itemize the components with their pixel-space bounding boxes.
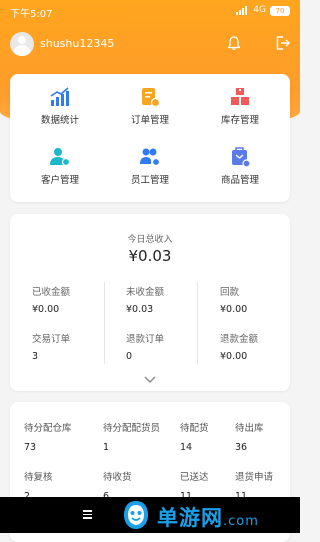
signal-icon bbox=[236, 6, 248, 15]
function-menu-card: 数据统计 订单管理 库存管理 客户管理 员工管理 商品管理 bbox=[10, 74, 290, 202]
menu-icon[interactable] bbox=[83, 510, 92, 519]
menu-item-inventory[interactable]: 库存管理 bbox=[195, 86, 285, 126]
stat-refund-orders: 退款订单 0 bbox=[126, 334, 165, 362]
username: shushu12345 bbox=[40, 37, 115, 50]
menu-label: 数据统计 bbox=[40, 115, 79, 126]
staff-icon bbox=[140, 148, 161, 167]
order-stat-pending-outbound[interactable]: 待出库 36 bbox=[235, 420, 264, 453]
stat-trade-orders: 交易订单 3 bbox=[32, 334, 71, 362]
network-label: 4G bbox=[253, 5, 266, 15]
menu-label: 库存管理 bbox=[220, 115, 259, 126]
customer-icon bbox=[50, 148, 71, 167]
income-total: ¥0.03 bbox=[128, 247, 172, 265]
chevron-down-icon[interactable] bbox=[144, 376, 156, 384]
order-icon bbox=[142, 88, 161, 108]
income-card: 今日总收入 ¥0.03 已收金额 ¥0.00 未收金额 ¥0.03 回款 ¥0.00 … bbox=[10, 214, 290, 391]
menu-item-customers[interactable]: 客户管理 bbox=[15, 146, 105, 186]
order-stat-pending-picking[interactable]: 待配货 14 bbox=[180, 420, 209, 453]
battery-icon: 70 bbox=[270, 6, 290, 16]
menu-label: 商品管理 bbox=[220, 175, 259, 186]
avatar[interactable] bbox=[10, 32, 34, 56]
inventory-icon bbox=[231, 88, 249, 105]
divider bbox=[104, 282, 105, 364]
bell-icon[interactable] bbox=[226, 35, 242, 51]
stat-refund-amount: 退款金额 ¥0.00 bbox=[220, 334, 259, 362]
order-stat-pending-warehouse[interactable]: 待分配仓库 73 bbox=[24, 420, 72, 453]
watermark-logo-icon bbox=[124, 501, 148, 529]
status-time: 下午5:07 bbox=[10, 9, 53, 20]
chart-icon bbox=[50, 87, 69, 106]
menu-item-orders[interactable]: 订单管理 bbox=[105, 86, 195, 126]
menu-label: 订单管理 bbox=[130, 115, 169, 126]
logout-icon[interactable] bbox=[275, 35, 291, 51]
menu-label: 客户管理 bbox=[40, 175, 79, 186]
stat-unreceived: 未收金额 ¥0.03 bbox=[126, 287, 165, 315]
product-icon bbox=[232, 147, 251, 168]
watermark: 单游网.com bbox=[112, 497, 297, 533]
menu-item-products[interactable]: 商品管理 bbox=[195, 146, 285, 186]
income-title: 今日总收入 bbox=[127, 235, 173, 245]
menu-item-staff[interactable]: 员工管理 bbox=[105, 146, 195, 186]
order-stat-pending-picker[interactable]: 待分配配货员 1 bbox=[103, 420, 160, 453]
stat-received: 已收金额 ¥0.00 bbox=[32, 287, 71, 315]
stat-repayment: 回款 ¥0.00 bbox=[220, 287, 248, 315]
menu-item-statistics[interactable]: 数据统计 bbox=[15, 86, 105, 126]
watermark-text: 单游网.com bbox=[157, 506, 259, 530]
status-bar: 下午5:07 4G 70 bbox=[0, 0, 300, 22]
menu-label: 员工管理 bbox=[130, 175, 169, 186]
divider bbox=[197, 282, 198, 364]
